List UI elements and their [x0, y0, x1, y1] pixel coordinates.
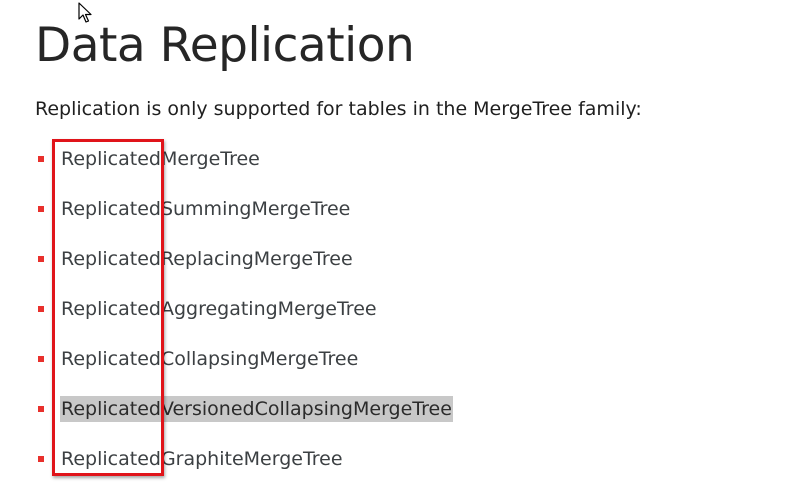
square-bullet-icon [38, 256, 44, 262]
square-bullet-icon [38, 306, 44, 312]
square-bullet-icon [38, 156, 44, 162]
engine-name[interactable]: ReplicatedGraphiteMergeTree [60, 446, 344, 472]
square-bullet-icon [38, 206, 44, 212]
engine-name[interactable]: ReplicatedReplacingMergeTree [60, 246, 354, 272]
list-item: ReplicatedVersionedCollapsingMergeTree [38, 396, 453, 422]
list-item: ReplicatedSummingMergeTree [38, 196, 351, 222]
page-title: Data Replication [35, 18, 415, 73]
square-bullet-icon [38, 356, 44, 362]
list-item: ReplicatedMergeTree [38, 146, 261, 172]
list-item: ReplicatedAggregatingMergeTree [38, 296, 378, 322]
square-bullet-icon [38, 456, 44, 462]
engine-name[interactable]: ReplicatedCollapsingMergeTree [60, 346, 359, 372]
list-item: ReplicatedGraphiteMergeTree [38, 446, 344, 472]
engine-name[interactable]: ReplicatedMergeTree [60, 146, 261, 172]
engine-name-selected[interactable]: ReplicatedVersionedCollapsingMergeTree [60, 396, 453, 422]
square-bullet-icon [38, 406, 44, 412]
list-item: ReplicatedReplacingMergeTree [38, 246, 354, 272]
intro-text: Replication is only supported for tables… [35, 98, 642, 120]
list-item: ReplicatedCollapsingMergeTree [38, 346, 359, 372]
engine-name[interactable]: ReplicatedAggregatingMergeTree [60, 296, 378, 322]
engine-name[interactable]: ReplicatedSummingMergeTree [60, 196, 351, 222]
